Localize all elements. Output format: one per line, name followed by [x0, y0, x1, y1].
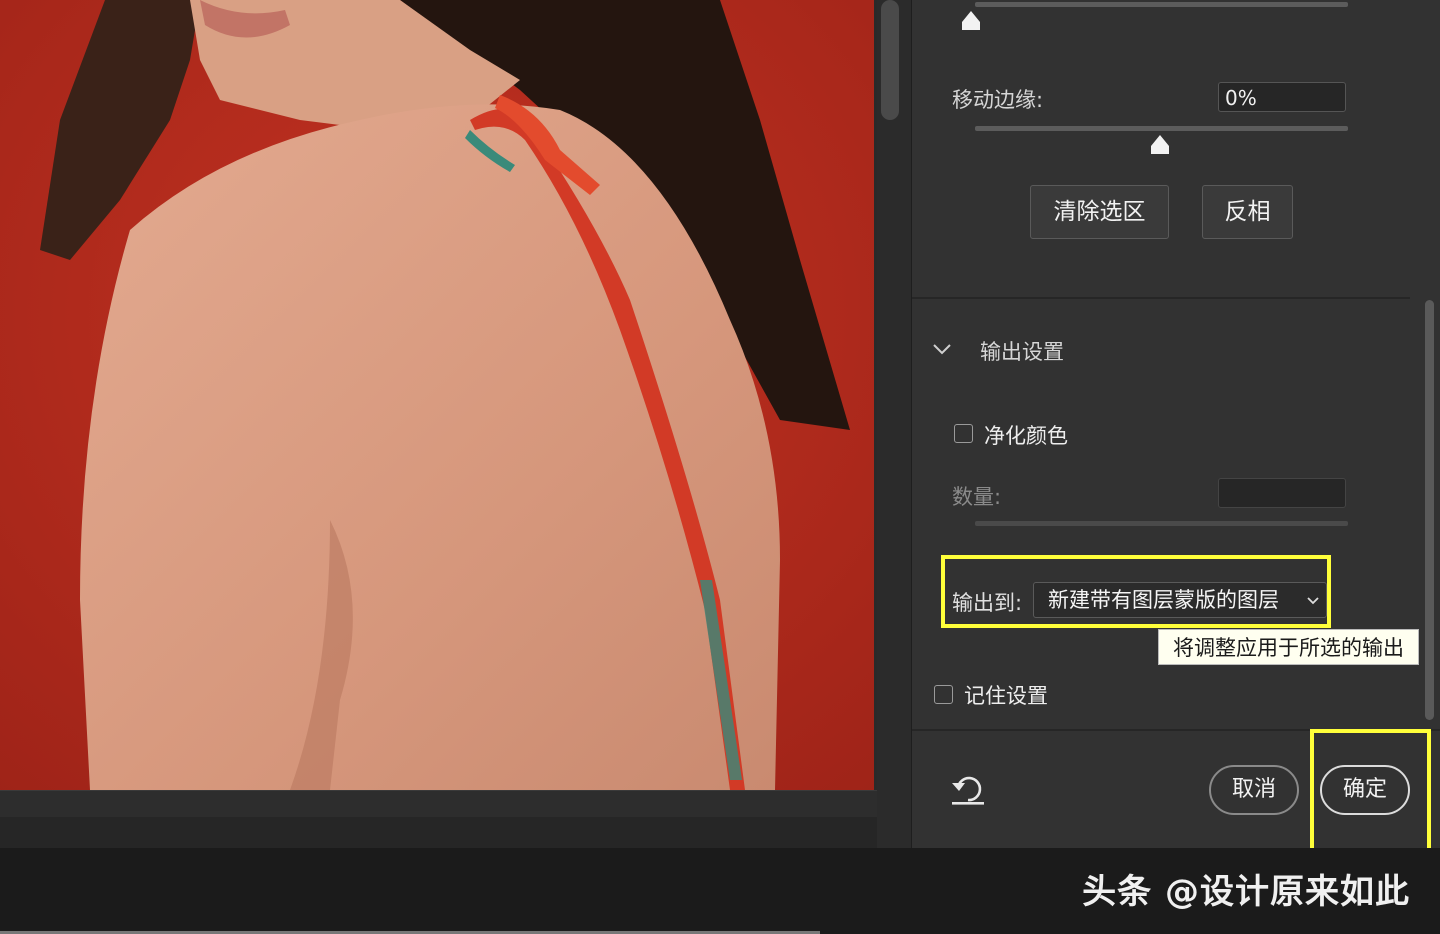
output-to-select[interactable]: 新建带有图层蒙版的图层	[1033, 582, 1327, 618]
clear-selection-button[interactable]: 清除选区	[1030, 185, 1169, 239]
shift-edge-label: 移动边缘:	[952, 88, 1044, 112]
remember-settings-label: 记住设置	[964, 684, 1048, 708]
remember-settings-checkbox[interactable]	[934, 685, 953, 704]
shift-edge-input[interactable]: 0%	[1218, 82, 1346, 112]
amount-label: 数量:	[952, 485, 1002, 509]
ok-button[interactable]: 确定	[1320, 765, 1410, 815]
shift-edge-slider-thumb[interactable]	[1149, 134, 1171, 156]
panel-scrollbar-thumb[interactable]	[1425, 300, 1434, 720]
footer-divider	[912, 729, 1440, 731]
output-tooltip: 将调整应用于所选的输出	[1158, 629, 1419, 665]
output-settings-title: 输出设置	[980, 340, 1064, 364]
decontaminate-checkbox[interactable]	[954, 424, 973, 443]
amount-input[interactable]	[1218, 478, 1346, 508]
top-slider-track[interactable]	[975, 2, 1348, 7]
watermark-text: 头条 @设计原来如此	[1082, 872, 1410, 912]
photo-illustration	[0, 0, 874, 790]
top-slider-thumb[interactable]	[960, 10, 982, 32]
amount-slider-track[interactable]	[975, 521, 1348, 526]
invert-button[interactable]: 反相	[1202, 185, 1293, 239]
cancel-button[interactable]: 取消	[1209, 765, 1299, 815]
section-divider	[912, 297, 1410, 299]
canvas-bottom-bar	[0, 790, 877, 848]
scrollbar-thumb[interactable]	[881, 0, 899, 120]
canvas-vertical-scrollbar[interactable]	[877, 0, 911, 848]
chevron-down-icon	[1307, 597, 1319, 605]
output-to-value: 新建带有图层蒙版的图层	[1048, 588, 1279, 612]
decontaminate-label: 净化颜色	[984, 424, 1068, 448]
photo-image	[0, 0, 874, 790]
horizontal-scrollbar[interactable]	[0, 817, 877, 848]
panel-scrollbar[interactable]	[1423, 0, 1435, 722]
refine-edge-panel: 移动边缘: 0% 清除选区 反相 输出设置 净化颜色 数量: 输出到: 新建带有…	[911, 0, 1440, 848]
reset-icon[interactable]	[950, 774, 986, 806]
document-canvas[interactable]	[0, 0, 877, 848]
shift-edge-slider-track[interactable]	[975, 126, 1348, 131]
output-to-label: 输出到:	[952, 591, 1023, 615]
chevron-down-icon[interactable]	[932, 342, 952, 356]
